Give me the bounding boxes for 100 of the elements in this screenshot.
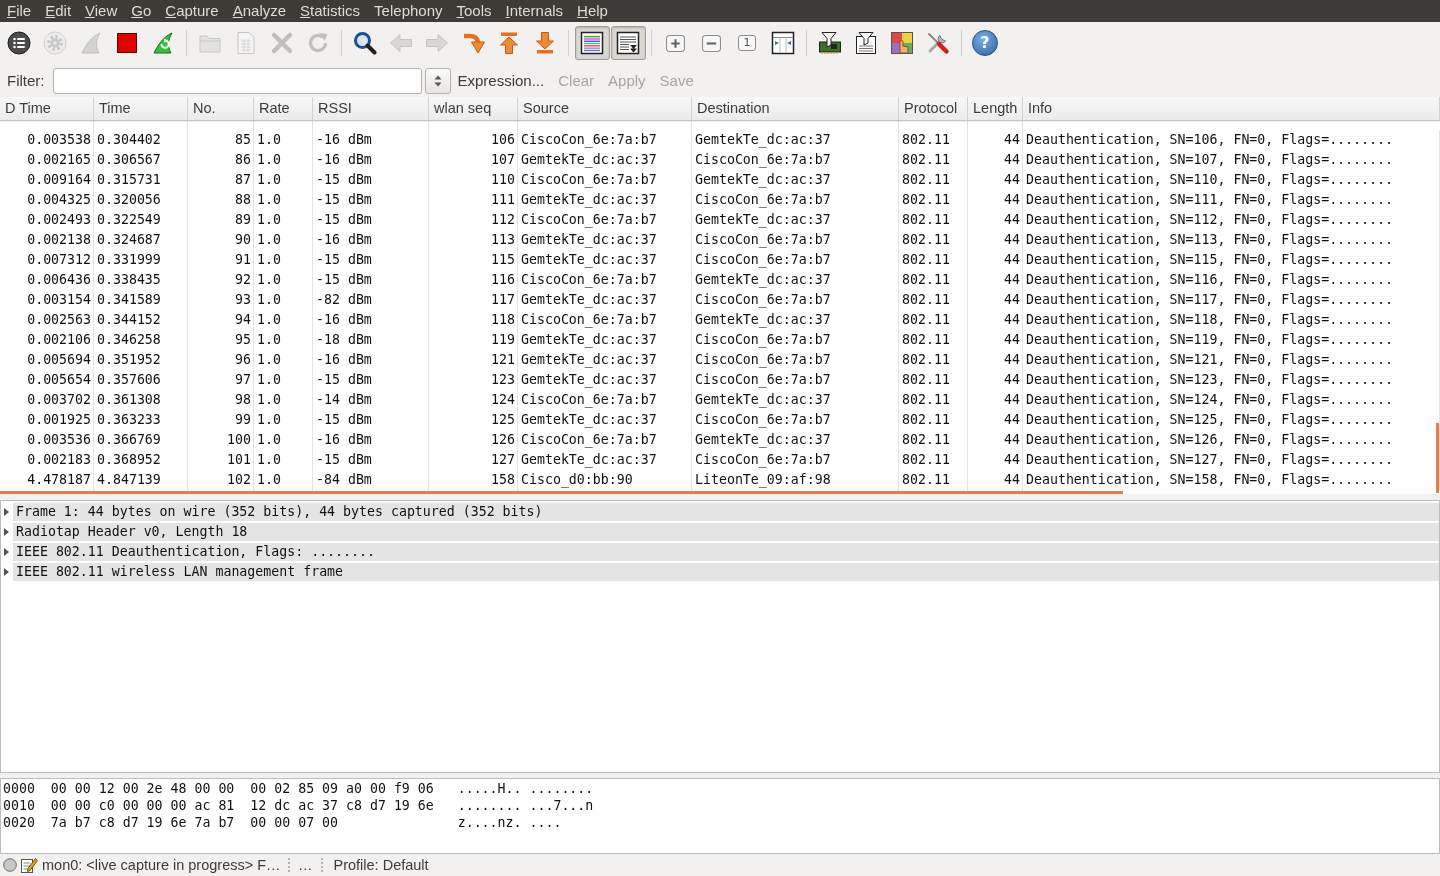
table-cell: CiscoCon_6e:7a:b7	[518, 390, 692, 410]
table-cell: 802.11	[899, 190, 968, 210]
document-icon	[234, 31, 258, 55]
hex-offset: 0010	[3, 797, 36, 814]
ascii-bytes: z....nz. ....	[457, 814, 562, 831]
menu-item[interactable]: Tools	[449, 0, 499, 22]
table-cell: 0.002165	[0, 150, 94, 170]
interface-list-icon	[7, 31, 31, 55]
circle-icon[interactable]	[3, 858, 17, 872]
wrench-screwdriver-icon	[926, 31, 950, 55]
table-cell: 0.007312	[0, 250, 94, 270]
column-header[interactable]: No.	[188, 97, 254, 120]
filter-label: Filter:	[7, 72, 45, 89]
table-cell: Deauthentication, SN=123, FN=0, Flags=........	[1023, 370, 1440, 390]
column-header[interactable]: Time	[94, 97, 188, 120]
menu-item[interactable]: Go	[124, 0, 159, 22]
column-resize-icon	[771, 31, 795, 55]
arrow-up-bar-icon	[497, 31, 521, 55]
hex-offset: 0000	[3, 780, 36, 797]
menu-item[interactable]: View	[78, 0, 125, 22]
table-cell: GemtekTe_dc:ac:37	[518, 230, 692, 250]
column-header[interactable]: Destination	[692, 97, 899, 120]
column-header[interactable]: Length	[968, 97, 1023, 120]
menu-item[interactable]: Statistics	[293, 0, 368, 22]
table-cell: 118	[429, 310, 518, 330]
table-cell: -16 dBm	[313, 430, 429, 450]
table-cell: 85	[188, 130, 254, 150]
table-cell: 0.002106	[0, 330, 94, 350]
expander-icon[interactable]	[4, 508, 9, 516]
table-cell: 1.0	[254, 330, 313, 350]
table-cell: 0.003538	[0, 130, 94, 150]
tree-item[interactable]: IEEE 802.11 wireless LAN management frame	[13, 563, 1439, 581]
table-cell: CiscoCon_6e:7a:b7	[692, 190, 899, 210]
table-cell: 1.0	[254, 270, 313, 290]
column-header[interactable]: wlan seq	[429, 97, 518, 120]
table-cell: GemtekTe_dc:ac:37	[692, 170, 899, 190]
menu-item[interactable]: File	[0, 0, 39, 22]
expander-icon[interactable]	[4, 528, 9, 536]
column-header[interactable]: Source	[518, 97, 692, 120]
table-cell: 0.341589	[94, 290, 188, 310]
column-header[interactable]: Rate	[254, 97, 313, 120]
table-cell: 44	[968, 450, 1023, 470]
tree-item[interactable]: Frame 1: 44 bytes on wire (352 bits), 44 bytes captured (352 bits)	[13, 503, 1439, 521]
table-cell: 111	[429, 190, 518, 210]
table-cell: Deauthentication, SN=106, FN=0, Flags=........	[1023, 130, 1440, 150]
table-cell: 99	[188, 410, 254, 430]
filter-history-button[interactable]	[424, 67, 451, 94]
table-cell: 0.361308	[94, 390, 188, 410]
note-pencil-icon[interactable]	[20, 856, 38, 874]
reload-icon	[306, 31, 330, 55]
column-header[interactable]: Protocol	[899, 97, 968, 120]
table-cell: 1.0	[254, 450, 313, 470]
expander-icon[interactable]	[4, 548, 9, 556]
table-cell: 44	[968, 150, 1023, 170]
normal-size-button[interactable]: 1	[738, 35, 756, 51]
table-cell: CiscoCon_6e:7a:b7	[692, 330, 899, 350]
column-header[interactable]: D Time	[0, 97, 94, 120]
menu-item[interactable]: Help	[570, 0, 615, 22]
table-cell: 802.11	[899, 230, 968, 250]
column-header[interactable]: Info	[1023, 97, 1440, 120]
menu-item[interactable]: Analyze	[225, 0, 294, 22]
table-cell: 124	[429, 390, 518, 410]
filter-button[interactable]: Expression...	[450, 67, 552, 94]
table-cell: 0.363233	[94, 410, 188, 430]
menu-item[interactable]: Internals	[498, 0, 571, 22]
table-cell: 1.0	[254, 390, 313, 410]
vertical-scrollbar[interactable]	[1436, 423, 1439, 493]
table-cell: 116	[429, 270, 518, 290]
table-cell: -16 dBm	[313, 150, 429, 170]
status-text: mon0: <live capture in progress> F…	[42, 857, 282, 873]
horizontal-scrollbar[interactable]	[0, 491, 1123, 494]
table-cell: CiscoCon_6e:7a:b7	[692, 290, 899, 310]
table-cell: CiscoCon_6e:7a:b7	[692, 150, 899, 170]
table-cell: CiscoCon_6e:7a:b7	[692, 410, 899, 430]
toolbar-button[interactable]	[574, 26, 610, 60]
table-cell: 0.005654	[0, 370, 94, 390]
table-cell: 44	[968, 410, 1023, 430]
menu-item[interactable]: Telephony	[367, 0, 450, 22]
hex-bytes: 00 00 c0 00 00 00 ac 81 12 dc ac 37 c8 d7 19 6e	[50, 797, 435, 814]
table-cell: Deauthentication, SN=116, FN=0, Flags=........	[1023, 270, 1440, 290]
table-cell: 1.0	[254, 290, 313, 310]
column-header[interactable]: RSSI	[313, 97, 429, 120]
table-cell: 802.11	[899, 390, 968, 410]
table-cell: 90	[188, 230, 254, 250]
shark-fin-icon	[79, 31, 103, 55]
table-cell: 44	[968, 230, 1023, 250]
ascii-bytes: ........ ...7...n	[457, 797, 594, 814]
tree-item[interactable]: IEEE 802.11 Deauthentication, Flags: ........	[13, 543, 1439, 561]
menu-item[interactable]: Edit	[38, 0, 79, 22]
filter-input[interactable]	[52, 67, 422, 94]
table-cell: 106	[429, 130, 518, 150]
table-cell: 1.0	[254, 250, 313, 270]
expander-icon[interactable]	[4, 568, 9, 576]
table-cell: -16 dBm	[313, 310, 429, 330]
table-cell: Cisco_d0:bb:90	[518, 470, 692, 490]
menu-item[interactable]: Capture	[158, 0, 226, 22]
table-cell: 4.478187	[0, 470, 94, 490]
tree-item[interactable]: Radiotap Header v0, Length 18	[13, 523, 1439, 541]
toolbar-button[interactable]	[610, 26, 646, 60]
table-cell: 0.003536	[0, 430, 94, 450]
